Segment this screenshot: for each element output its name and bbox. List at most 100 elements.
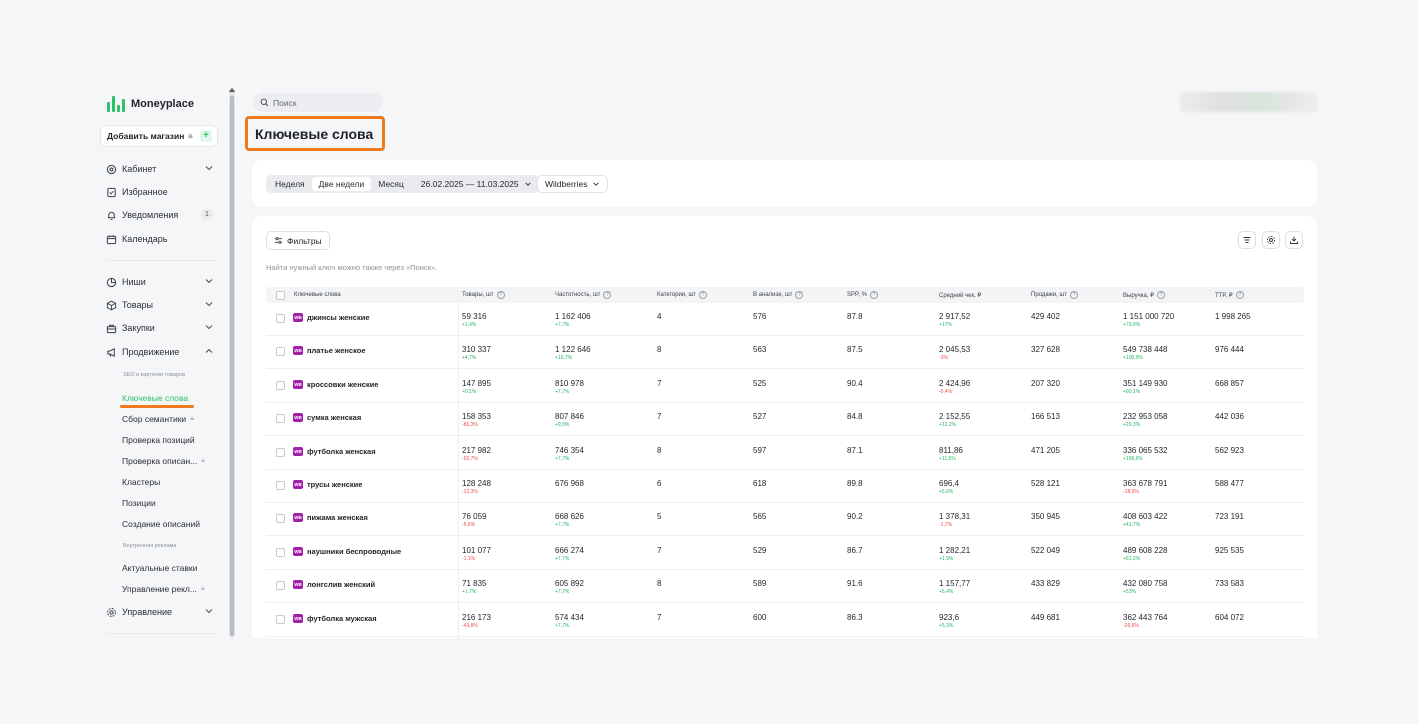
download-button[interactable]: [1285, 231, 1303, 249]
sidebar-item-calendar[interactable]: Календарь: [106, 231, 218, 247]
table-row[interactable]: WB футболка женская 217 982 -50,7% 746 354 +7…: [266, 437, 1304, 470]
help-icon[interactable]: ?: [496, 291, 505, 299]
marketplace-select[interactable]: Wildberries: [537, 175, 608, 193]
keyword-cell[interactable]: WB платье женское: [293, 346, 366, 356]
table-row[interactable]: WB платье женское 310 337 +4,7% 1 122 646 +16…: [266, 336, 1304, 370]
search-bar[interactable]: [253, 93, 383, 112]
table-row[interactable]: WB сумка женская 158 353 -86,3% 807 846 +9,3%…: [266, 403, 1304, 437]
sidebar-item-favorites[interactable]: Избранное: [106, 184, 218, 200]
row-checkbox[interactable]: [276, 581, 285, 591]
table-row[interactable]: WB трусы женские 128 248 -12,3% 676 968 6 618 8…: [266, 470, 1304, 503]
keyword-cell[interactable]: WB кроссовки женские: [293, 379, 378, 389]
table-row[interactable]: WB джинсы женские 59 316 +1,4% 1 162 406 +7,7…: [266, 303, 1304, 336]
plus-icon[interactable]: +: [200, 130, 212, 142]
sidebar-item-current-bids[interactable]: Актуальные ставки: [122, 561, 222, 575]
sidebar-item-purchases[interactable]: Закупки: [106, 320, 218, 336]
sidebar-item-semantics[interactable]: Сбор семантики 🔒︎: [122, 412, 222, 426]
sidebar-item-notifications[interactable]: Уведомления 1: [106, 207, 218, 223]
sidebar-item-management[interactable]: Управление: [106, 604, 218, 620]
keyword-cell[interactable]: WB наушники беспроводные: [293, 546, 401, 556]
keyword-text[interactable]: сумка женская: [307, 413, 361, 422]
keyword-text[interactable]: трусы женские: [307, 480, 362, 489]
sidebar-item-clusters[interactable]: Кластеры: [122, 475, 222, 489]
ttp-value: 1 998 265: [1215, 312, 1251, 321]
row-checkbox[interactable]: [276, 447, 285, 457]
sidebar-scrollbar[interactable]: [229, 88, 235, 638]
filters-button[interactable]: Фильтры: [266, 231, 330, 250]
column-header-revenue[interactable]: Выручка, ₽?: [1123, 287, 1165, 303]
row-checkbox[interactable]: [276, 481, 285, 490]
table-row[interactable]: WB лонгслив женский 71 835 +1,7% 605 892 +7,7…: [266, 570, 1304, 604]
column-header-frequency[interactable]: Частотность, шт?: [555, 287, 612, 303]
row-checkbox[interactable]: [276, 314, 285, 323]
table-row[interactable]: WB кроссовки женские 147 895 +0,1% 810 978 +7…: [266, 370, 1304, 403]
avg-value: 1 378,31: [939, 512, 971, 522]
sort-button[interactable]: [1238, 231, 1256, 249]
row-checkbox[interactable]: [276, 347, 285, 357]
keyword-cell[interactable]: WB трусы женские: [293, 480, 362, 489]
row-checkbox[interactable]: [276, 514, 285, 524]
keyword-cell[interactable]: WB сумка женская: [293, 413, 361, 423]
scrollbar-thumb[interactable]: [230, 96, 234, 636]
search-input[interactable]: [273, 97, 373, 108]
row-checkbox[interactable]: [276, 380, 285, 390]
add-store-button[interactable]: Добавить магазин 🔒︎ +: [100, 125, 218, 147]
row-checkbox[interactable]: [276, 414, 285, 424]
logo[interactable]: Moneyplace: [107, 96, 194, 112]
column-header-goods[interactable]: Товары, шт?: [462, 287, 505, 303]
keyword-text[interactable]: пижама женская: [307, 513, 368, 522]
period-two-weeks-option[interactable]: Две недели: [311, 177, 372, 191]
row-checkbox[interactable]: [276, 547, 285, 557]
row-checkbox[interactable]: [276, 614, 285, 624]
table-row[interactable]: WB пижама женская 76 059 -5,6% 668 626 +7,7% 5…: [266, 503, 1304, 537]
keyword-cell[interactable]: WB джинсы женские: [293, 313, 370, 322]
keyword-text[interactable]: платье женское: [307, 346, 366, 355]
help-icon[interactable]: ?: [603, 291, 612, 299]
sales-value: 429 402: [1031, 312, 1060, 321]
keyword-text[interactable]: наушники беспроводные: [307, 547, 401, 556]
help-icon[interactable]: ?: [795, 291, 804, 299]
sidebar-item-label: Сбор семантики: [122, 414, 187, 424]
period-week-option[interactable]: Неделя: [268, 177, 312, 191]
column-header-ttp[interactable]: TTP, ₽?: [1215, 287, 1244, 303]
scroll-up-arrow-icon[interactable]: [229, 88, 235, 92]
column-header-keyword[interactable]: Ключевые слова: [294, 287, 341, 303]
keyword-cell[interactable]: WB футболка женская: [293, 446, 376, 456]
column-header-avg-check[interactable]: Средний чек, ₽: [939, 287, 981, 303]
user-profile-blurred[interactable]: [1180, 92, 1318, 112]
table-row[interactable]: WB футболка мужская 216 173 -43,8% 574 434 +7…: [266, 604, 1304, 637]
help-icon[interactable]: ?: [1069, 291, 1078, 299]
date-range-picker[interactable]: 26.02.2025 — 11.03.2025: [411, 179, 538, 189]
keyword-text[interactable]: кроссовки женские: [307, 380, 378, 389]
keyword-text[interactable]: футболка женская: [307, 447, 376, 456]
keyword-text[interactable]: джинсы женские: [307, 313, 370, 322]
keyword-cell[interactable]: WB пижама женская: [293, 513, 368, 523]
sidebar-item-positions[interactable]: Позиции: [122, 496, 222, 510]
keyword-text[interactable]: футболка мужская: [307, 614, 377, 623]
column-header-categories[interactable]: Категории, шт?: [657, 287, 708, 303]
table-settings-button[interactable]: [1262, 231, 1280, 249]
column-header-in-analysis[interactable]: В анализе, шт?: [753, 287, 804, 303]
column-header-spp[interactable]: SPP, %?: [847, 287, 878, 303]
help-icon[interactable]: ?: [1235, 291, 1244, 299]
sidebar-item-cabinet[interactable]: Кабинет: [106, 161, 218, 177]
sidebar-item-keywords[interactable]: Ключевые слова: [122, 391, 222, 405]
sidebar-item-promotion[interactable]: Продвижение: [106, 344, 218, 360]
keyword-cell[interactable]: WB футболка мужская: [293, 613, 377, 623]
sidebar-item-position-check[interactable]: Проверка позиций: [122, 433, 222, 447]
sidebar-item-goods[interactable]: Товары: [106, 297, 218, 313]
keyword-text[interactable]: лонгслив женский: [307, 580, 375, 589]
select-all-checkbox[interactable]: [276, 290, 285, 300]
help-icon[interactable]: ?: [869, 291, 878, 299]
column-header-sales[interactable]: Продажи, шт?: [1031, 287, 1078, 303]
sidebar-item-description-check[interactable]: Проверка описан... 🔒︎: [122, 454, 222, 468]
goods-cell: 101 077 -1,1%: [462, 546, 491, 562]
sidebar-item-ads-management[interactable]: Управление рекл... 🔒︎: [122, 582, 222, 596]
sidebar-item-create-descriptions[interactable]: Создание описаний: [122, 517, 222, 531]
keyword-cell[interactable]: WB лонгслив женский: [293, 580, 375, 590]
sidebar-item-niches[interactable]: Ниши: [106, 274, 218, 290]
help-icon[interactable]: ?: [699, 291, 708, 299]
help-icon[interactable]: ?: [1156, 291, 1165, 299]
period-month-option[interactable]: Месяц: [371, 177, 411, 191]
table-row[interactable]: WB наушники беспроводные 101 077 -1,1% 666 2…: [266, 537, 1304, 570]
